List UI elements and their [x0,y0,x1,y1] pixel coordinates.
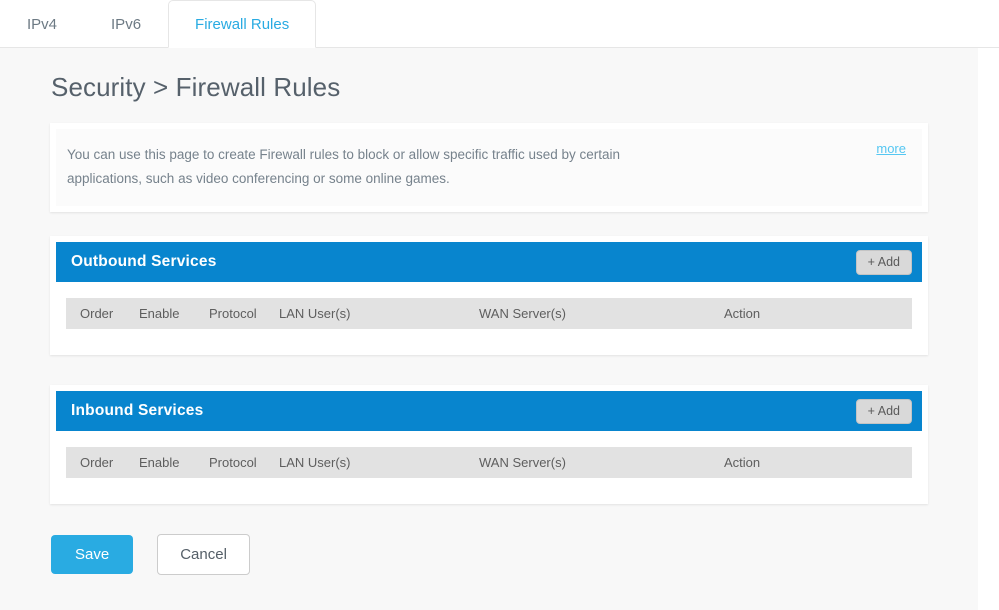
outbound-services-header: Outbound Services + Add [56,242,922,282]
info-card: You can use this page to create Firewall… [50,123,928,212]
column-header-lan-users: LAN User(s) [276,306,476,321]
column-header-action: Action [721,455,841,470]
outbound-services-card: Outbound Services + Add Order Enable Pro… [50,236,928,355]
column-header-protocol: Protocol [206,455,276,470]
outbound-table: Order Enable Protocol LAN User(s) WAN Se… [56,282,922,349]
save-button[interactable]: Save [51,535,133,574]
column-header-lan-users: LAN User(s) [276,455,476,470]
info-inner: You can use this page to create Firewall… [56,129,922,206]
tab-firewall-rules[interactable]: Firewall Rules [168,0,316,48]
tab-ipv4[interactable]: IPv4 [0,0,84,47]
inbound-add-button[interactable]: + Add [856,399,912,424]
column-header-wan-servers: WAN Server(s) [476,455,721,470]
inbound-services-title: Inbound Services [71,402,203,420]
firewall-rules-page: IPv4 IPv6 Firewall Rules Security > Fire… [0,0,999,610]
column-header-enable: Enable [136,455,206,470]
footer-actions: Save Cancel [50,534,928,575]
column-header-action: Action [721,306,841,321]
outbound-table-header-row: Order Enable Protocol LAN User(s) WAN Se… [66,298,912,329]
column-header-enable: Enable [136,306,206,321]
page-title: Security > Firewall Rules [50,48,928,123]
info-text: You can use this page to create Firewall… [67,143,667,190]
inbound-services-card: Inbound Services + Add Order Enable Prot… [50,385,928,504]
column-header-order: Order [66,306,136,321]
content-area: Security > Firewall Rules You can use th… [0,48,978,610]
tab-ipv6[interactable]: IPv6 [84,0,168,47]
column-header-protocol: Protocol [206,306,276,321]
tab-bar: IPv4 IPv6 Firewall Rules [0,0,999,48]
more-link[interactable]: more [876,141,906,156]
column-header-wan-servers: WAN Server(s) [476,306,721,321]
inbound-services-header: Inbound Services + Add [56,391,922,431]
outbound-add-button[interactable]: + Add [856,250,912,275]
inbound-table: Order Enable Protocol LAN User(s) WAN Se… [56,431,922,498]
column-header-order: Order [66,455,136,470]
outbound-services-title: Outbound Services [71,253,217,271]
cancel-button[interactable]: Cancel [157,534,250,575]
inbound-table-header-row: Order Enable Protocol LAN User(s) WAN Se… [66,447,912,478]
